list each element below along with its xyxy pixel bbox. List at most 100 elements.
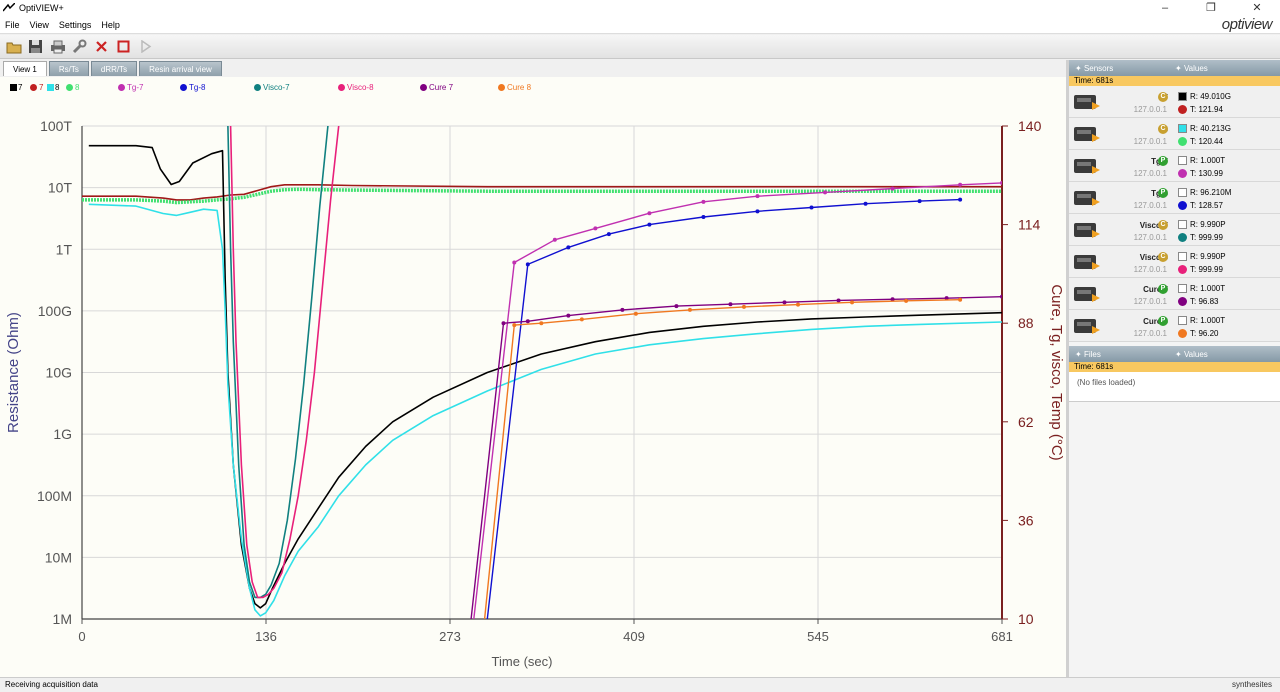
legend-item[interactable]: Cure 7 [420, 83, 453, 92]
menu-settings[interactable]: Settings [54, 16, 97, 34]
disconnect-button[interactable] [92, 38, 111, 56]
legend-item[interactable]: Visco-7 [254, 83, 290, 92]
close-x-icon [96, 41, 107, 52]
files-time: Time: 681s [1069, 362, 1280, 372]
cure-tg-series-line-point [701, 199, 706, 204]
temperature-color-dot[interactable] [1178, 169, 1187, 178]
cure-tg-series-line [473, 182, 1002, 619]
menu-help[interactable]: Help [96, 16, 125, 34]
open-folder-button[interactable] [4, 38, 23, 56]
x-tick-label: 273 [439, 629, 461, 644]
legend-item[interactable]: 8 [47, 83, 59, 92]
sensor-ip: 127.0.0.1 [1133, 329, 1167, 338]
temperature-value: T: 130.99 [1190, 169, 1223, 178]
sensor-row[interactable]: Visco-7 127.0.0.1 C R: 9.990P T: 999.99 [1069, 214, 1280, 246]
sensor-type-badge: P [1158, 284, 1168, 294]
cure-tg-series-line-point [741, 304, 746, 309]
legend-swatch [338, 84, 345, 91]
cure-tg-series-line-point [647, 222, 652, 227]
sensor-device-icon [1074, 319, 1100, 334]
save-button[interactable] [26, 38, 45, 56]
y-axis-label: Resistance (Ohm) [5, 312, 22, 433]
temperature-color-dot[interactable] [1178, 297, 1187, 306]
legend-swatch [498, 84, 505, 91]
temperature-color-dot[interactable] [1178, 233, 1187, 242]
resistance-color-swatch[interactable] [1178, 252, 1187, 261]
temperature-color-dot[interactable] [1178, 137, 1187, 146]
tab-view-1[interactable]: View 1 [3, 61, 47, 76]
temperature-value: T: 121.94 [1190, 105, 1223, 114]
chart-area: 1M 10M 100M 1G 10G 100G 1T 10T 100T 0 136 273 409 545… [0, 97, 1068, 677]
close-button[interactable]: ✕ [1234, 0, 1280, 16]
sensor-row[interactable]: 7127.0.0.1CR: 49.010GT: 121.94 [1069, 86, 1280, 118]
menu-bar: File View Settings Help optiview [0, 16, 1280, 34]
sensor-row[interactable]: Tg-8127.0.0.1PR: 96.210MT: 128.57 [1069, 182, 1280, 214]
resistance-series-line [88, 144, 1002, 609]
resistance-color-swatch[interactable] [1178, 220, 1187, 229]
sensor-device-icon [1074, 255, 1100, 270]
restore-button[interactable]: ❐ [1188, 0, 1234, 16]
sensor-type-badge: P [1158, 156, 1168, 166]
files-values-header-label: ✦ Values [1175, 349, 1208, 359]
resistance-value: R: 40.213G [1190, 124, 1231, 133]
temperature-value: T: 96.83 [1190, 297, 1219, 306]
sensor-row[interactable]: 8127.0.0.1CR: 40.213GT: 120.44 [1069, 118, 1280, 150]
cure-tg-series-line-point [552, 237, 557, 242]
legend-item[interactable]: 7 [10, 83, 22, 92]
legend-item[interactable]: Cure 8 [498, 83, 531, 92]
legend-label: Visco-8 [347, 83, 374, 92]
files-header-label: ✦ Files [1075, 349, 1101, 359]
cure-tg-series-line-point [850, 300, 855, 305]
temperature-value: T: 999.99 [1190, 265, 1223, 274]
legend-item[interactable]: Tg-8 [180, 83, 205, 92]
visco-series-line [227, 126, 329, 599]
legend-item[interactable]: 7 [30, 83, 43, 92]
menu-file[interactable]: File [0, 16, 25, 34]
temperature-color-dot[interactable] [1178, 105, 1187, 114]
cure-tg-series-line-point [501, 321, 506, 326]
minimize-button[interactable]: – [1142, 0, 1188, 16]
sensor-row[interactable]: Cure 8 127.0.0.1 P R: 1.000T T: 96.20 [1069, 310, 1280, 342]
temperature-color-dot[interactable] [1178, 329, 1187, 338]
files-list[interactable]: (No files loaded) [1069, 372, 1280, 402]
resistance-color-swatch[interactable] [1178, 124, 1187, 133]
legend-item[interactable]: Tg-7 [118, 83, 143, 92]
settings-button[interactable] [70, 38, 89, 56]
temperature-value: T: 128.57 [1190, 201, 1223, 210]
tab-resin-arrival-view[interactable]: Resin arrival view [139, 61, 222, 76]
resistance-color-swatch[interactable] [1178, 284, 1187, 293]
print-icon [50, 40, 65, 53]
sensor-row[interactable]: Tg-7127.0.0.1PR: 1.000TT: 130.99 [1069, 150, 1280, 182]
temperature-color-dot[interactable] [1178, 201, 1187, 210]
legend-item[interactable]: Visco-8 [338, 83, 374, 92]
sensor-row[interactable]: Cure 7 127.0.0.1 P R: 1.000T T: 96.83 [1069, 278, 1280, 310]
resistance-color-swatch[interactable] [1178, 188, 1187, 197]
legend-item[interactable]: 8 [66, 83, 79, 92]
resistance-color-swatch[interactable] [1178, 156, 1187, 165]
stop-button[interactable] [114, 38, 133, 56]
y2-tick-label: 140 [1018, 118, 1042, 134]
temperature-color-dot[interactable] [1178, 265, 1187, 274]
resistance-chart[interactable]: 1M 10M 100M 1G 10G 100G 1T 10T 100T 0 136 273 409 545… [0, 97, 1068, 677]
cure-tg-series-line-point [525, 319, 530, 324]
legend-label: 7 [18, 83, 23, 92]
cure-tg-series-line [486, 198, 961, 619]
play-button[interactable] [136, 38, 155, 56]
menu-view[interactable]: View [25, 16, 54, 34]
legend-swatch [10, 84, 17, 91]
print-button[interactable] [48, 38, 67, 56]
resistance-value: R: 49.010G [1190, 92, 1231, 101]
sensor-row[interactable]: Visco-8 127.0.0.1 C R: 9.990P T: 999.99 [1069, 246, 1280, 278]
save-icon [29, 40, 42, 53]
tab-drr-ts[interactable]: dRR/Ts [90, 61, 138, 76]
tab-rs-ts[interactable]: Rs/Ts [48, 61, 89, 76]
legend-swatch [254, 84, 261, 91]
sensor-ip: 127.0.0.1 [1133, 137, 1167, 146]
resistance-color-swatch[interactable] [1178, 92, 1187, 101]
resistance-color-swatch[interactable] [1178, 316, 1187, 325]
no-files-text: (No files loaded) [1077, 378, 1136, 387]
y-tick-label: 1T [56, 241, 73, 257]
sensor-device-icon [1074, 191, 1100, 206]
cure-tg-series-line-point [620, 307, 625, 312]
resistance-value: R: 1.000T [1190, 284, 1226, 293]
